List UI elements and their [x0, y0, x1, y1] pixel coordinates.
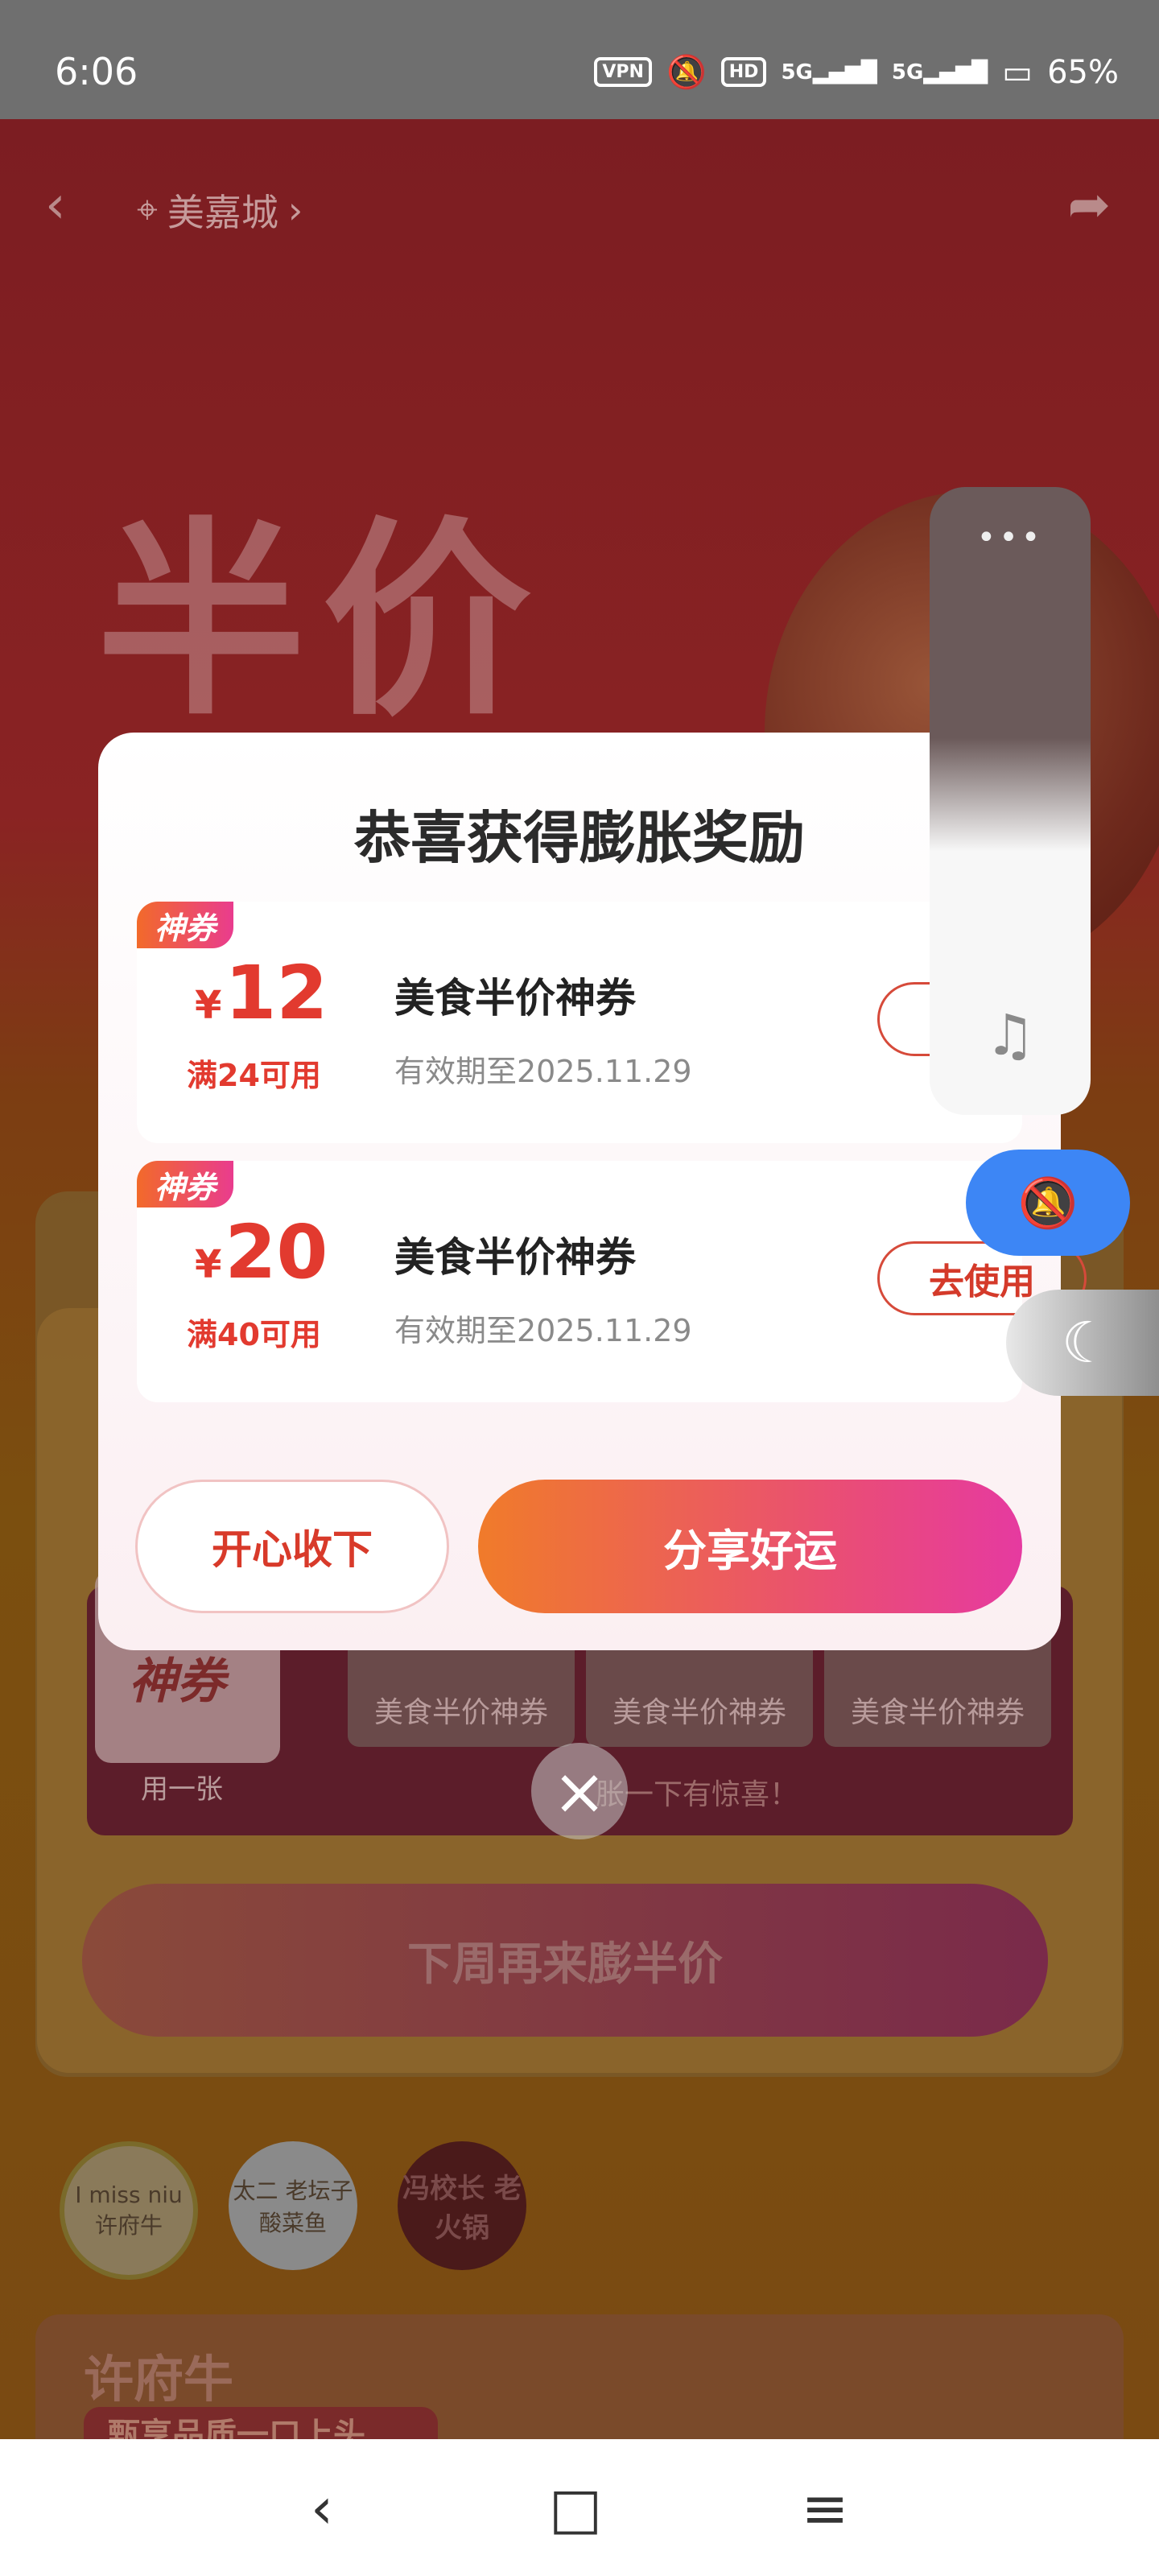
coupon-amount: ¥12 — [195, 950, 328, 1036]
vpn-icon: VPN — [594, 57, 652, 87]
use-one-label: 用一张 — [141, 1773, 223, 1806]
store-name: 许府牛 — [84, 2350, 234, 2409]
coupon-condition: 满24可用 — [187, 1058, 321, 1093]
hero-text: 半价 — [97, 501, 547, 744]
reward-modal: 恭喜获得膨胀奖励 神券 ¥12 满24可用 美食半价神券 有效期至2025.11… — [98, 733, 1087, 1650]
coupon-expiry: 有效期至2025.11.29 — [394, 1054, 692, 1089]
battery-icon: ▭ — [1002, 53, 1033, 91]
hd-icon: HD — [720, 57, 767, 87]
back-icon[interactable]: ‹ — [274, 2475, 370, 2541]
navigation-bar: ‹ □ ≡ — [0, 2439, 1159, 2576]
menu-icon[interactable]: ≡ — [777, 2475, 873, 2541]
location-selector[interactable]: ⌖ 美嘉城 › — [137, 184, 303, 237]
status-time: 6:06 — [55, 50, 138, 93]
coupon-badge-text: 神券 — [129, 1653, 225, 1710]
volume-panel[interactable]: ••• ♫ — [930, 487, 1091, 1115]
status-bar: 6:06 VPN 🔕 HD 5G▂▄▆█ 5G▂▄▆█ ▭ 65% — [0, 0, 1159, 119]
coupon-condition: 满40可用 — [187, 1317, 321, 1352]
coupon-card: 神券 ¥12 满24可用 美食半价神券 有效期至2025.11.29 去使用 — [137, 902, 1087, 1143]
more-icon[interactable]: ••• — [930, 519, 1091, 556]
status-icons: VPN 🔕 HD 5G▂▄▆█ 5G▂▄▆█ ▭ 65% — [594, 53, 1119, 91]
coupon-name: 美食半价神券 — [394, 975, 636, 1022]
coupon-expiry: 有效期至2025.11.29 — [394, 1313, 692, 1348]
battery-level: 65% — [1047, 53, 1119, 91]
location-label: 美嘉城 — [167, 191, 278, 234]
coupon-name: 美食半价神券 — [394, 1234, 636, 1281]
back-icon[interactable]: ‹ — [45, 175, 66, 235]
brand-logo[interactable]: 太二 老坛子酸菜鱼 — [229, 2141, 357, 2270]
coupon-tag: 神券 — [137, 902, 233, 948]
bell-mute-icon[interactable]: 🔕 — [966, 1150, 1130, 1256]
home-icon[interactable]: □ — [527, 2475, 624, 2541]
moon-icon[interactable]: ☾ — [1006, 1290, 1159, 1396]
bell-mute-status-icon: 🔕 — [666, 54, 707, 91]
next-week-button: 下周再来膨半价 — [82, 1884, 1048, 2037]
coupon-card: 神券 ¥20 满40可用 美食半价神券 有效期至2025.11.29 去使用 — [137, 1161, 1087, 1402]
brand-logo[interactable]: 冯校长 老火锅 — [398, 2141, 526, 2270]
modal-title: 恭喜获得膨胀奖励 — [354, 805, 805, 871]
coupon-tag: 神券 — [137, 1161, 233, 1208]
signal-2-icon: 5G▂▄▆█ — [891, 60, 988, 85]
coupon-amount: ¥20 — [195, 1209, 328, 1295]
location-pin-icon: ⌖ — [137, 188, 158, 231]
close-icon[interactable]: × — [531, 1743, 628, 1839]
brand-logo[interactable]: I miss niu 许府牛 — [60, 2141, 198, 2280]
chevron-right-icon: › — [287, 188, 303, 232]
accept-button[interactable]: 开心收下 — [135, 1480, 449, 1613]
share-luck-button[interactable]: 分享好运 — [478, 1480, 1022, 1613]
signal-1-icon: 5G▂▄▆█ — [781, 60, 877, 85]
music-note-icon: ♫ — [984, 1002, 1036, 1068]
share-icon[interactable]: ➦ — [1067, 175, 1111, 235]
